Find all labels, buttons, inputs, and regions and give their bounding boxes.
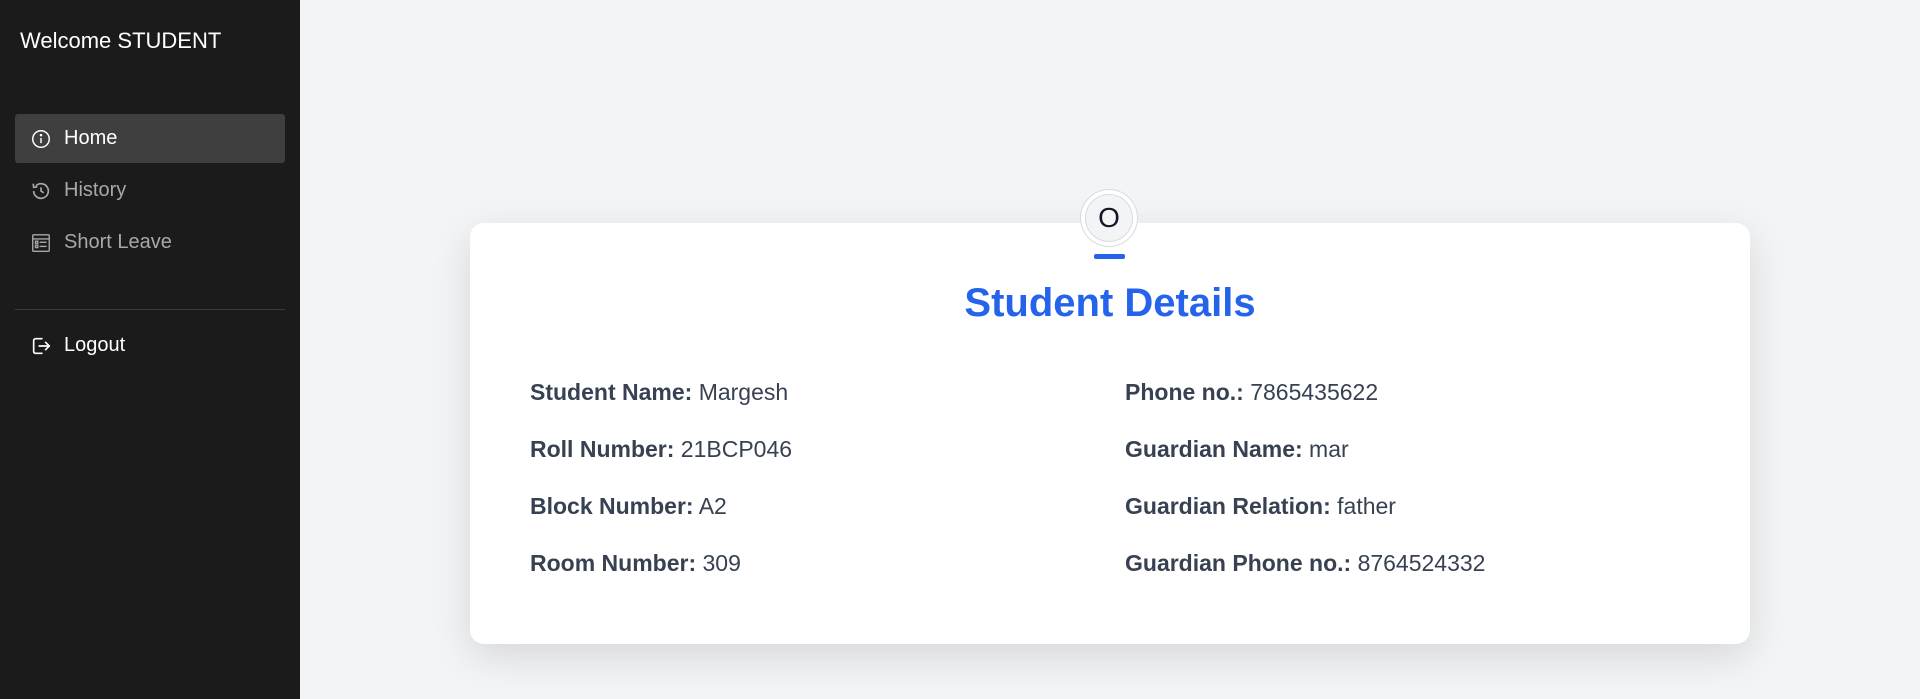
detail-label: Guardian Relation:: [1125, 493, 1331, 519]
detail-label: Guardian Phone no.:: [1125, 550, 1352, 576]
detail-label: Room Number:: [530, 550, 697, 576]
card-title: Student Details: [964, 281, 1256, 325]
detail-row-guardian-phone: Guardian Phone no.: 8764524332: [1125, 550, 1485, 607]
details-column-right: Phone no.: 7865435622 Guardian Name: mar…: [1125, 379, 1485, 607]
detail-row-guardian-name: Guardian Name: mar: [1125, 436, 1485, 493]
sidebar: Welcome STUDENT Home History Short Leave…: [0, 0, 300, 699]
info-circle-icon: [30, 128, 52, 150]
history-icon: [30, 180, 52, 202]
sidebar-item-history[interactable]: History: [15, 166, 285, 215]
detail-value: A2: [698, 493, 727, 519]
detail-value: Margesh: [698, 379, 789, 405]
avatar: O: [1081, 190, 1137, 246]
details-column-left: Student Name: Margesh Roll Number: 21BCP…: [530, 379, 792, 607]
detail-label: Phone no.:: [1125, 379, 1244, 405]
app: Welcome STUDENT Home History Short Leave…: [0, 0, 1920, 699]
welcome-text: Welcome STUDENT: [20, 28, 222, 53]
sidebar-nav: Home History Short Leave: [15, 114, 285, 270]
detail-row-roll-number: Roll Number: 21BCP046: [530, 436, 792, 493]
sidebar-item-label: Short Leave: [64, 231, 172, 253]
detail-row-block-number: Block Number: A2: [530, 493, 792, 550]
detail-value: 309: [702, 550, 741, 576]
detail-value: father: [1337, 493, 1396, 519]
detail-row-room-number: Room Number: 309: [530, 550, 792, 607]
sidebar-item-short-leave[interactable]: Short Leave: [15, 218, 285, 267]
detail-row-guardian-relation: Guardian Relation: father: [1125, 493, 1485, 550]
avatar-letter: O: [1085, 194, 1133, 242]
detail-value: 21BCP046: [680, 436, 793, 462]
logout-icon: [30, 335, 52, 357]
detail-label: Roll Number:: [530, 436, 675, 462]
detail-row-phone: Phone no.: 7865435622: [1125, 379, 1485, 436]
detail-label: Guardian Name:: [1125, 436, 1303, 462]
sidebar-item-home[interactable]: Home: [15, 114, 285, 163]
title-accent-bar: [1094, 254, 1125, 259]
detail-value: 8764524332: [1357, 550, 1486, 576]
form-list-icon: [30, 232, 52, 254]
logout-section: Logout: [15, 321, 285, 373]
sidebar-divider: [15, 309, 285, 310]
logout-button[interactable]: Logout: [15, 321, 285, 370]
detail-value: mar: [1309, 436, 1349, 462]
detail-label: Block Number:: [530, 493, 694, 519]
sidebar-item-label: Home: [64, 127, 118, 149]
detail-row-student-name: Student Name: Margesh: [530, 379, 792, 436]
sidebar-item-label: History: [64, 179, 127, 201]
logout-label: Logout: [64, 334, 126, 356]
student-details-card: Student Details Student Name: Margesh Ro…: [470, 223, 1750, 644]
detail-label: Student Name:: [530, 379, 693, 405]
detail-value: 7865435622: [1250, 379, 1379, 405]
